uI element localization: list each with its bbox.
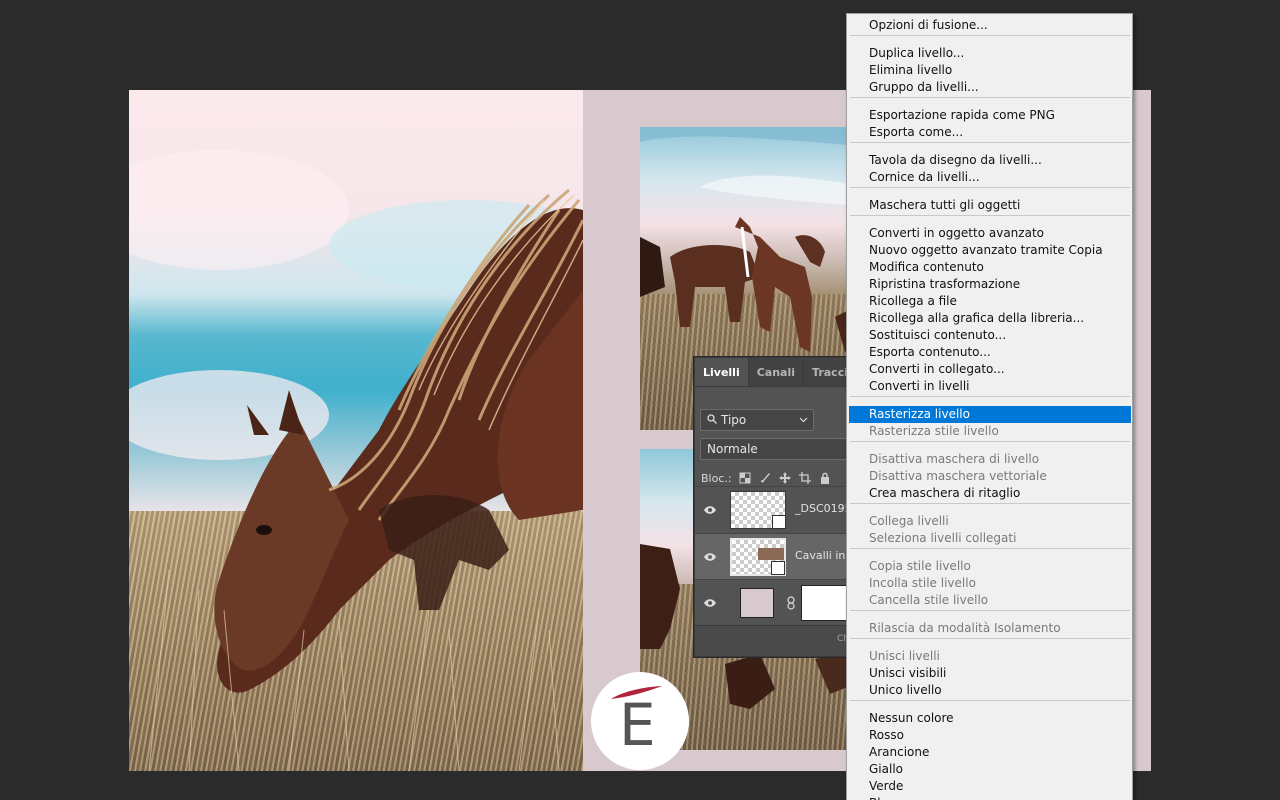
menu-item[interactable]: Unisci visibili	[849, 665, 1131, 682]
lock-row: Bloc.:	[701, 468, 832, 488]
menu-item[interactable]: Ripristina trasformazione	[849, 276, 1131, 293]
menu-item: Collega livelli	[869, 514, 949, 528]
lock-move-icon[interactable]	[778, 471, 792, 485]
menu-item[interactable]: Blu	[849, 795, 1131, 800]
menu-item[interactable]: Nuovo oggetto avanzato tramite Copia	[849, 242, 1131, 259]
menu-item[interactable]: Crea maschera di ritaglio	[849, 485, 1131, 502]
menu-item[interactable]: Esporta contenuto...	[849, 344, 1131, 361]
chain-link-icon[interactable]	[787, 595, 795, 614]
menu-item: Seleziona livelli collegati	[869, 531, 1017, 545]
menu-item[interactable]: Giallo	[849, 761, 1131, 778]
layer-name: _DSC0195	[795, 502, 852, 515]
menu-separator	[850, 97, 1130, 98]
layers-panel[interactable]: Livelli Canali Tracciati Tipo Normale Bl…	[694, 357, 854, 657]
horse-photo-main	[129, 90, 583, 771]
menu-separator	[850, 187, 1130, 188]
menu-item[interactable]: Modifica contenuto	[849, 259, 1131, 276]
menu-item: Rilascia da modalità Isolamento	[869, 621, 1061, 635]
menu-item[interactable]: Converti in livelli	[849, 378, 1131, 395]
menu-separator	[850, 700, 1130, 701]
menu-item[interactable]: Ricollega alla grafica della libreria...	[849, 310, 1131, 327]
menu-item[interactable]: Duplica livello...	[849, 45, 1131, 62]
lock-artboard-icon[interactable]	[798, 471, 812, 485]
smart-object-icon	[771, 561, 785, 575]
tab-livelli[interactable]: Livelli	[695, 358, 749, 386]
menu-item[interactable]: Verde	[849, 778, 1131, 795]
menu-separator	[850, 503, 1130, 504]
menu-item: Rasterizza stile livello	[869, 424, 999, 438]
layer-row[interactable]	[695, 579, 853, 625]
menu-item[interactable]: Cornice da livelli...	[849, 169, 1131, 186]
panel-footer: Ch	[695, 625, 853, 656]
filter-label: Tipo	[721, 413, 747, 427]
menu-item: Disattiva maschera di livello	[869, 452, 1040, 466]
menu-item[interactable]: Converti in collegato...	[849, 361, 1131, 378]
layer-thumbnail	[730, 538, 786, 576]
menu-separator	[850, 610, 1130, 611]
menu-item: Disattiva maschera vettoriale	[869, 469, 1047, 483]
menu-separator	[850, 142, 1130, 143]
lock-all-icon[interactable]	[818, 471, 832, 485]
menu-separator	[850, 35, 1130, 36]
menu-item[interactable]: Esportazione rapida come PNG	[849, 107, 1131, 124]
layer-row-selected[interactable]: Cavalli inco	[695, 533, 853, 579]
search-icon	[707, 413, 717, 427]
menu-item[interactable]: Elimina livello	[849, 62, 1131, 79]
logo: E	[591, 672, 689, 770]
menu-item[interactable]: Converti in oggetto avanzato	[849, 225, 1131, 242]
menu-item[interactable]: Nessun colore	[849, 710, 1131, 727]
menu-item[interactable]: Ricollega a file	[849, 293, 1131, 310]
layer-row[interactable]: _DSC0195	[695, 486, 853, 532]
menu-item[interactable]: Rosso	[849, 727, 1131, 744]
menu-item[interactable]: Opzioni di fusione...	[849, 17, 1131, 34]
lock-label: Bloc.:	[701, 471, 732, 485]
menu-item: Unisci livelli	[869, 649, 940, 663]
menu-item[interactable]: Gruppo da livelli...	[849, 79, 1131, 96]
menu-item[interactable]: Tavola da disegno da livelli...	[849, 152, 1131, 169]
chevron-down-icon	[799, 413, 808, 427]
panel-tabs: Livelli Canali Tracciati	[695, 358, 853, 387]
context-menu[interactable]: Opzioni di fusione... Duplica livello... E…	[846, 13, 1133, 800]
link-icon	[772, 515, 786, 529]
visibility-eye-icon[interactable]	[695, 552, 725, 562]
logo-letter: E	[619, 691, 656, 759]
menu-item: Incolla stile livello	[869, 576, 976, 590]
tab-canali[interactable]: Canali	[749, 358, 805, 386]
menu-item[interactable]: Esporta come...	[849, 124, 1131, 141]
menu-item[interactable]: Maschera tutti gli oggetti	[849, 197, 1131, 214]
menu-separator	[850, 396, 1130, 397]
visibility-eye-icon[interactable]	[695, 505, 725, 515]
layer-thumbnail	[730, 491, 786, 529]
layer-mask-thumbnail	[801, 585, 851, 621]
menu-separator	[850, 638, 1130, 639]
blend-mode-value: Normale	[707, 442, 758, 456]
visibility-eye-icon[interactable]	[695, 598, 725, 608]
menu-item: Copia stile livello	[869, 559, 971, 573]
layer-filter-select[interactable]: Tipo	[700, 409, 814, 431]
menu-separator	[850, 215, 1130, 216]
menu-item[interactable]: Arancione	[849, 744, 1131, 761]
menu-item[interactable]: Sostituisci contenuto...	[849, 327, 1131, 344]
menu-item: Cancella stile livello	[869, 593, 989, 607]
menu-item[interactable]: Unico livello	[849, 682, 1131, 699]
blend-mode-select[interactable]: Normale	[700, 438, 853, 460]
menu-separator	[850, 548, 1130, 549]
lock-transparency-icon[interactable]	[738, 471, 752, 485]
menu-item[interactable]: Rasterizza livello	[849, 406, 1131, 423]
lock-brush-icon[interactable]	[758, 471, 772, 485]
menu-separator	[850, 441, 1130, 442]
layer-thumbnail	[740, 588, 774, 618]
